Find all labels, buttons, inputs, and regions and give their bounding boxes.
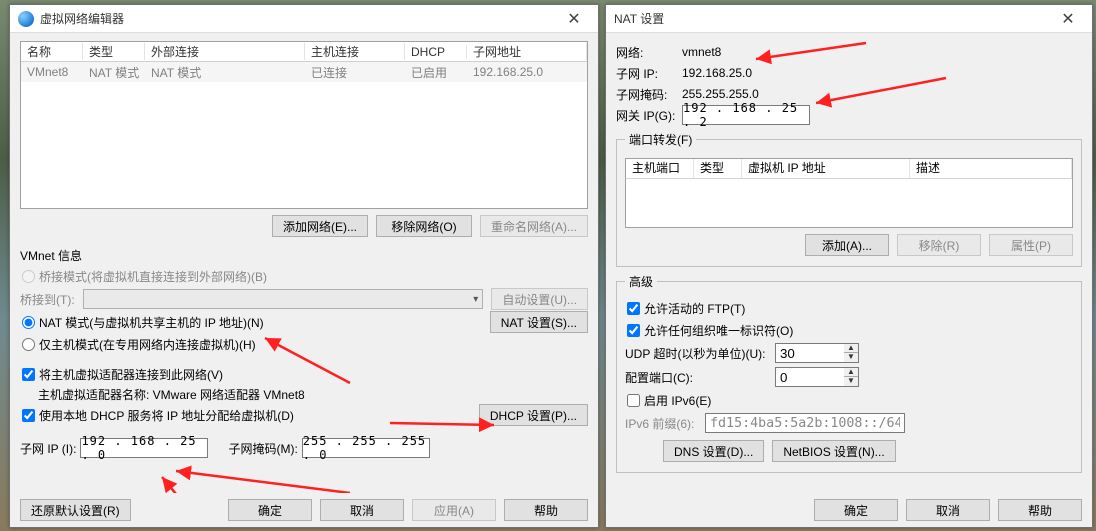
subnet-mask-input[interactable]: 255 . 255 . 255 . 0 [302,438,430,458]
pf-col-desc[interactable]: 描述 [910,159,1072,178]
advanced-group: 高级 允许活动的 FTP(T) 允许任何组织唯一标识符(O) UDP 超时(以秒… [616,273,1082,473]
app-icon [18,11,34,27]
udp-timeout-label: UDP 超时(以秒为单位)(U): [625,345,775,362]
udp-spinner[interactable]: ▲▼ [844,343,859,363]
port-forwarding-group: 端口转发(F) 主机端口 类型 虚拟机 IP 地址 描述 添加(A)... 移除… [616,131,1082,267]
spin-down-icon[interactable]: ▼ [844,353,858,362]
title-text: 虚拟网络编辑器 [40,10,124,27]
network-list[interactable]: 名称 类型 外部连接 主机连接 DHCP 子网地址 VMnet8 NAT 模式 … [20,41,588,209]
bridged-to-dropdown[interactable] [83,289,484,309]
subnet-ip-label: 子网 IP (I): [20,440,76,457]
close-icon[interactable]: ✕ [1050,8,1086,30]
cell-dhcp: 已启用 [405,64,467,81]
pf-col-hostport[interactable]: 主机端口 [626,159,694,178]
spin-down-icon[interactable]: ▼ [844,377,858,386]
cell-type: NAT 模式 [83,64,145,81]
cfg-port-label: 配置端口(C): [625,369,775,386]
pf-remove-button[interactable]: 移除(R) [897,234,981,256]
pf-col-type[interactable]: 类型 [694,159,742,178]
virtual-network-editor-dialog: 虚拟网络编辑器 ✕ 名称 类型 外部连接 主机连接 DHCP 子网地址 VMne… [9,4,599,528]
cancel-button[interactable]: 取消 [320,499,404,521]
ok-button[interactable]: 确定 [814,499,898,521]
allow-ftp-checkbox[interactable] [627,302,640,315]
net-label: 网络: [616,44,682,61]
dhcp-settings-button[interactable]: DHCP 设置(P)... [479,404,588,426]
pf-add-button[interactable]: 添加(A)... [805,234,889,256]
close-icon[interactable]: ✕ [556,8,592,30]
subnetip-label: 子网 IP: [616,65,682,82]
gateway-label: 网关 IP(G): [616,107,682,124]
apply-button[interactable]: 应用(A) [412,499,496,521]
table-header: 名称 类型 外部连接 主机连接 DHCP 子网地址 [21,42,587,62]
help-button[interactable]: 帮助 [998,499,1082,521]
bridged-to-label: 桥接到(T): [20,291,75,308]
left-body: 名称 类型 外部连接 主机连接 DHCP 子网地址 VMnet8 NAT 模式 … [10,33,598,493]
hostonly-label: 仅主机模式(在专用网络内连接虚拟机)(H) [39,336,256,353]
adapter-name-label: 主机虚拟适配器名称: VMware 网络适配器 VMnet8 [38,386,588,403]
connect-host-adapter-checkbox[interactable] [22,368,35,381]
use-dhcp-label: 使用本地 DHCP 服务将 IP 地址分配给虚拟机(D) [39,407,294,424]
mask-label: 子网掩码: [616,86,682,103]
connect-host-adapter-label: 将主机虚拟适配器连接到此网络(V) [39,366,223,383]
allow-oui-checkbox[interactable] [627,324,640,337]
netbios-settings-button[interactable]: NetBIOS 设置(N)... [772,440,895,462]
cancel-button[interactable]: 取消 [906,499,990,521]
col-name[interactable]: 名称 [21,43,83,60]
use-dhcp-checkbox[interactable] [22,409,35,422]
vmnet-info-title: VMnet 信息 [20,247,588,264]
subnet-ip-input[interactable]: 192 . 168 . 25 . 0 [80,438,208,458]
titlebar-right[interactable]: NAT 设置 ✕ [606,5,1092,33]
subnet-mask-label: 子网掩码(M): [228,440,297,457]
bridged-label: 桥接模式(将虚拟机直接连接到外部网络)(B) [39,268,267,285]
nat-settings-dialog: NAT 设置 ✕ 网络:vmnet8 子网 IP:192.168.25.0 子网… [605,4,1093,528]
cell-subnet: 192.168.25.0 [467,65,587,79]
right-body: 网络:vmnet8 子网 IP:192.168.25.0 子网掩码:255.25… [606,33,1092,493]
dns-settings-button[interactable]: DNS 设置(D)... [663,440,764,462]
enable-ipv6-checkbox[interactable] [627,394,640,407]
enable-ipv6-label: 启用 IPv6(E) [644,392,711,409]
hostonly-radio[interactable] [22,338,35,351]
gateway-ip-input[interactable]: 192 . 168 . 25 . 2 [682,105,810,125]
port-forwarding-list[interactable]: 主机端口 类型 虚拟机 IP 地址 描述 [625,158,1073,228]
auto-config-button[interactable]: 自动设置(U)... [491,288,588,310]
allow-oui-label: 允许任何组织唯一标识符(O) [644,322,793,339]
help-button[interactable]: 帮助 [504,499,588,521]
cell-external: NAT 模式 [145,64,305,81]
col-subnet[interactable]: 子网地址 [467,43,587,60]
cell-name: VMnet8 [21,65,83,79]
restore-defaults-button[interactable]: 还原默认设置(R) [20,499,131,521]
ok-button[interactable]: 确定 [228,499,312,521]
table-row[interactable]: VMnet8 NAT 模式 NAT 模式 已连接 已启用 192.168.25.… [21,62,587,82]
pf-col-vmip[interactable]: 虚拟机 IP 地址 [742,159,910,178]
ipv6-prefix-input[interactable] [705,413,905,433]
pf-props-button[interactable]: 属性(P) [989,234,1073,256]
nat-radio[interactable] [22,316,35,329]
cfg-port-input[interactable] [775,367,845,387]
nat-settings-button[interactable]: NAT 设置(S)... [490,311,588,333]
remove-network-button[interactable]: 移除网络(O) [376,215,472,237]
bridged-radio[interactable] [22,270,35,283]
port-forwarding-title: 端口转发(F) [625,131,696,148]
advanced-title: 高级 [625,273,657,290]
ipv6-prefix-label: IPv6 前缀(6): [625,415,705,432]
cell-host: 已连接 [305,64,405,81]
col-host[interactable]: 主机连接 [305,43,405,60]
allow-ftp-label: 允许活动的 FTP(T) [644,300,745,317]
net-value: vmnet8 [682,45,721,59]
nat-label: NAT 模式(与虚拟机共享主机的 IP 地址)(N) [39,314,264,331]
titlebar-left[interactable]: 虚拟网络编辑器 ✕ [10,5,598,33]
mask-value: 255.255.255.0 [682,87,759,101]
col-type[interactable]: 类型 [83,43,145,60]
col-dhcp[interactable]: DHCP [405,45,467,59]
title-text: NAT 设置 [614,10,664,27]
col-external[interactable]: 外部连接 [145,43,305,60]
add-network-button[interactable]: 添加网络(E)... [272,215,368,237]
cfg-port-spinner[interactable]: ▲▼ [844,367,859,387]
udp-timeout-input[interactable] [775,343,845,363]
subnetip-value: 192.168.25.0 [682,66,752,80]
rename-network-button[interactable]: 重命名网络(A)... [480,215,588,237]
